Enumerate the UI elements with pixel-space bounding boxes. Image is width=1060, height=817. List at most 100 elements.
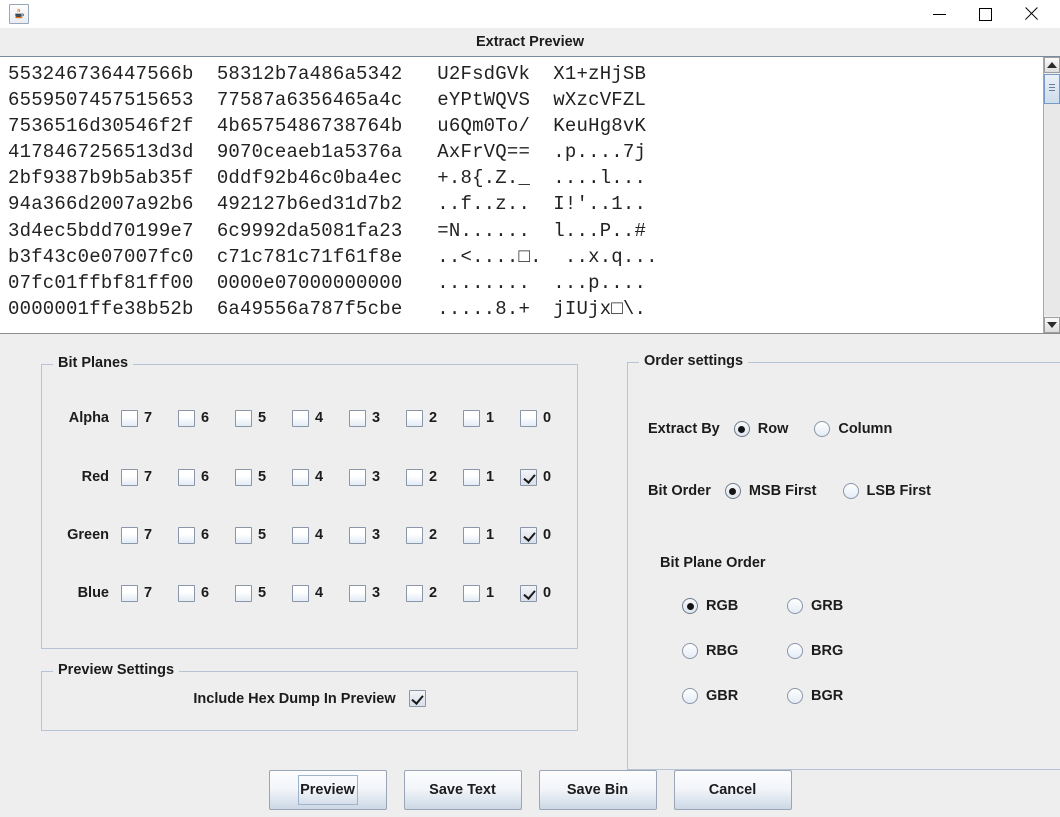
bit-plane-cell[interactable]: 2: [406, 468, 463, 486]
hex-dump-text[interactable]: 553246736447566b 58312b7a486a5342 U2FsdG…: [0, 57, 1043, 333]
bit-plane-cell[interactable]: 4: [292, 468, 349, 486]
preview-button[interactable]: Preview: [268, 770, 387, 810]
checkbox-green-0[interactable]: [520, 526, 537, 544]
checkbox-blue-1[interactable]: [463, 584, 480, 602]
bit-plane-number: 0: [543, 585, 552, 601]
checkbox-blue-0[interactable]: [520, 584, 537, 602]
bit-plane-cell[interactable]: 6: [178, 584, 235, 602]
checkbox-blue-4[interactable]: [292, 584, 309, 602]
radio-bit-plane-order-gbr[interactable]: GBR: [682, 688, 787, 704]
minimize-button[interactable]: [916, 0, 962, 28]
scroll-up-button[interactable]: [1044, 57, 1060, 73]
bit-plane-cell[interactable]: 6: [178, 409, 235, 427]
checkbox-red-5[interactable]: [235, 468, 252, 486]
checkbox-alpha-6[interactable]: [178, 409, 195, 427]
bit-plane-row-blue: Blue 7 6 5 4 3 2 1 0: [42, 580, 577, 606]
checkbox-blue-6[interactable]: [178, 584, 195, 602]
bit-plane-cell[interactable]: 7: [121, 526, 178, 544]
extract-preview-window: Extract Preview 553246736447566b 58312b7…: [0, 0, 1060, 817]
checkbox-red-6[interactable]: [178, 468, 195, 486]
bit-plane-cell[interactable]: 4: [292, 526, 349, 544]
scroll-down-button[interactable]: [1044, 317, 1060, 333]
bit-plane-row-label: Blue: [77, 585, 109, 601]
radio-extract-by-column[interactable]: Column: [814, 421, 892, 437]
radio-bit-plane-order-rbg[interactable]: RBG: [682, 643, 787, 659]
preview-pane: 553246736447566b 58312b7a486a5342 U2FsdG…: [0, 57, 1060, 334]
checkbox-alpha-1[interactable]: [463, 409, 480, 427]
preview-scrollbar[interactable]: [1043, 57, 1060, 333]
bit-plane-cell[interactable]: 5: [235, 584, 292, 602]
radio-indicator: [814, 421, 831, 437]
radio-bit-plane-order-grb[interactable]: GRB: [787, 598, 892, 614]
save-bin-button[interactable]: Save Bin: [538, 770, 657, 810]
bit-plane-cell[interactable]: 3: [349, 409, 406, 427]
checkbox-red-4[interactable]: [292, 468, 309, 486]
bit-plane-cell[interactable]: 5: [235, 468, 292, 486]
bit-plane-cell[interactable]: 7: [121, 468, 178, 486]
checkbox-green-3[interactable]: [349, 526, 366, 544]
maximize-button[interactable]: [962, 0, 1008, 28]
checkbox-green-6[interactable]: [178, 526, 195, 544]
checkbox-alpha-0[interactable]: [520, 409, 537, 427]
bit-plane-cell[interactable]: 1: [463, 468, 520, 486]
checkbox-alpha-7[interactable]: [121, 409, 138, 427]
bit-plane-cell[interactable]: 0: [520, 468, 577, 486]
checkbox-alpha-4[interactable]: [292, 409, 309, 427]
bit-plane-cell[interactable]: 3: [349, 584, 406, 602]
bit-plane-cell[interactable]: 7: [121, 584, 178, 602]
bit-plane-cell[interactable]: 2: [406, 584, 463, 602]
checkbox-red-2[interactable]: [406, 468, 423, 486]
checkbox-green-7[interactable]: [121, 526, 138, 544]
bit-plane-cell[interactable]: 1: [463, 584, 520, 602]
radio-bit-order-lsb-first[interactable]: LSB First: [842, 483, 931, 499]
bit-planes-panel-title: Bit Planes: [53, 355, 134, 371]
checkbox-blue-3[interactable]: [349, 584, 366, 602]
checkbox-alpha-5[interactable]: [235, 409, 252, 427]
bit-plane-cell[interactable]: 3: [349, 526, 406, 544]
dialog-button-bar: Preview Save Text Save Bin Cancel: [0, 770, 1060, 817]
checkbox-red-3[interactable]: [349, 468, 366, 486]
checkbox-green-5[interactable]: [235, 526, 252, 544]
bit-plane-cell[interactable]: 7: [121, 409, 178, 427]
bit-plane-cell[interactable]: 0: [520, 526, 577, 544]
checkbox-alpha-3[interactable]: [349, 409, 366, 427]
radio-bit-plane-order-rgb[interactable]: RGB: [682, 598, 787, 614]
save-text-button[interactable]: Save Text: [403, 770, 522, 810]
radio-bit-plane-order-brg[interactable]: BRG: [787, 643, 892, 659]
checkbox-alpha-2[interactable]: [406, 409, 423, 427]
scrollbar-thumb[interactable]: [1044, 74, 1060, 104]
bit-plane-number: 4: [315, 469, 324, 485]
bit-plane-cell[interactable]: 1: [463, 526, 520, 544]
bit-plane-cell[interactable]: 5: [235, 526, 292, 544]
bit-plane-cell[interactable]: 2: [406, 526, 463, 544]
close-button[interactable]: [1008, 0, 1054, 28]
radio-bit-order-msb-first[interactable]: MSB First: [724, 483, 817, 499]
bit-plane-number: 2: [429, 410, 438, 426]
checkbox-red-7[interactable]: [121, 468, 138, 486]
checkbox-green-2[interactable]: [406, 526, 423, 544]
bit-plane-cell[interactable]: 6: [178, 468, 235, 486]
bit-plane-cell[interactable]: 1: [463, 409, 520, 427]
checkbox-green-4[interactable]: [292, 526, 309, 544]
bit-plane-cell[interactable]: 4: [292, 409, 349, 427]
bit-plane-cell[interactable]: 2: [406, 409, 463, 427]
checkbox-blue-5[interactable]: [235, 584, 252, 602]
cancel-button[interactable]: Cancel: [673, 770, 792, 810]
checkbox-red-1[interactable]: [463, 468, 480, 486]
bit-plane-cell[interactable]: 0: [520, 584, 577, 602]
include-hex-dump-row[interactable]: Include Hex Dump In Preview: [42, 690, 577, 707]
checkbox-include-hex-dump[interactable]: [408, 690, 426, 707]
checkbox-green-1[interactable]: [463, 526, 480, 544]
bit-plane-cell[interactable]: 5: [235, 409, 292, 427]
radio-label: RGB: [706, 598, 739, 614]
bit-plane-cell[interactable]: 4: [292, 584, 349, 602]
checkbox-red-0[interactable]: [520, 468, 537, 486]
bit-plane-cell[interactable]: 0: [520, 409, 577, 427]
checkbox-blue-2[interactable]: [406, 584, 423, 602]
bit-plane-cell[interactable]: 3: [349, 468, 406, 486]
radio-extract-by-row[interactable]: Row: [733, 421, 788, 437]
bit-plane-cell[interactable]: 6: [178, 526, 235, 544]
radio-bit-plane-order-bgr[interactable]: BGR: [787, 688, 892, 704]
scrollbar-track[interactable]: [1044, 104, 1060, 316]
checkbox-blue-7[interactable]: [121, 584, 138, 602]
